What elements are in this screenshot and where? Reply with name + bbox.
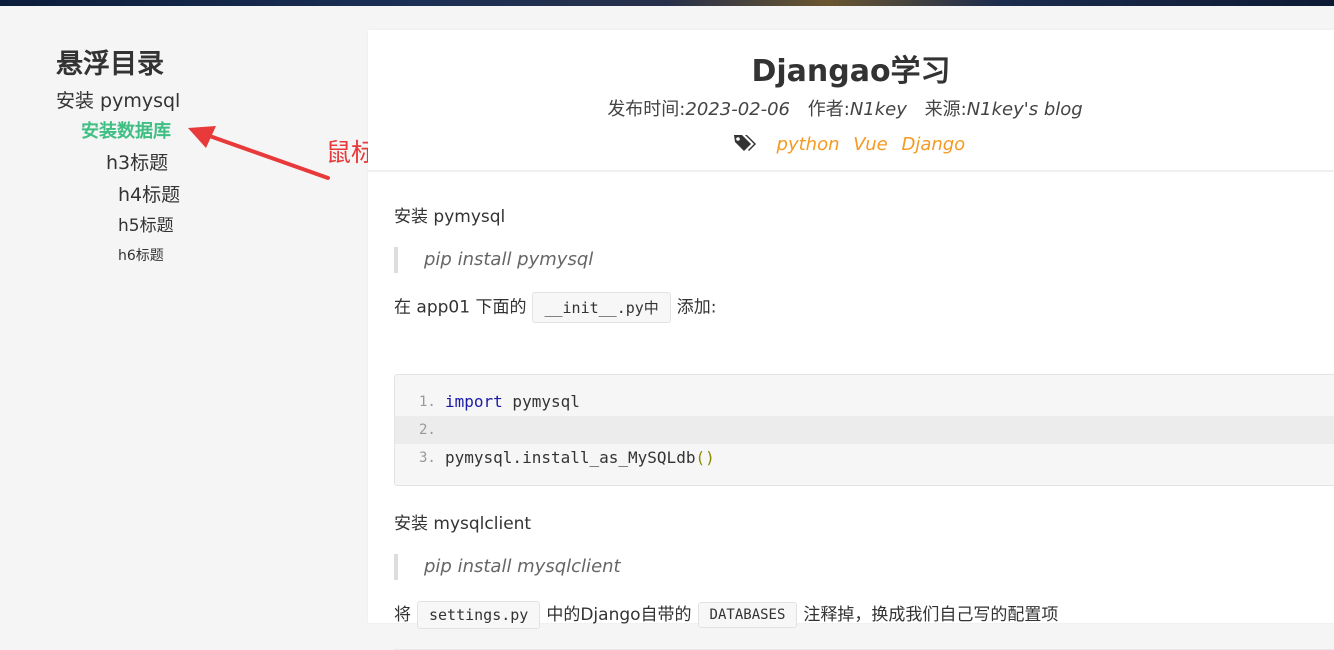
code-line: 2. (395, 416, 1334, 444)
header-banner-image (0, 0, 1334, 6)
paragraph-install-pymysql: 安装 pymysql (394, 207, 506, 227)
post-title: Djangao学习 (751, 54, 951, 89)
toc-title: 悬浮目录 (56, 49, 164, 80)
inline-code-init: __init__.py中 (532, 292, 671, 323)
paragraph-install-mysqlclient: 安装 mysqlclient (394, 514, 532, 534)
toc-item-h6[interactable]: h6标题 (118, 241, 336, 271)
tag-vue[interactable]: Vue (853, 134, 887, 155)
paragraph-app01: 在 app01 下面的 __init__.py中 添加: (394, 292, 717, 323)
post-date: 2023-02-06 (685, 99, 790, 120)
code-keyword: import (445, 392, 503, 411)
post-tags: python Vue Django (368, 133, 1334, 155)
code-line: 1. import pymysql (395, 388, 1334, 416)
paragraph-text: 将 (394, 605, 411, 625)
tag-django[interactable]: Django (901, 134, 965, 155)
code-parens: () (695, 448, 715, 467)
code-block: 1. import pymysql 2. 3. pymysql.install_… (394, 374, 1334, 486)
paragraph-text: 在 app01 下面的 (394, 297, 527, 318)
date-label: 发布时间: (607, 99, 686, 120)
article-card: Djangao学习 发布时间:2023-02-06 作者:N1key 来源:N1… (368, 30, 1334, 650)
paragraph-text: 中的Django自带的 (546, 605, 692, 625)
post-source: N1key's blog (966, 99, 1083, 120)
code-text: pymysql.install_as_MySQLdb() (445, 444, 715, 472)
toc-item-install-pymysql[interactable]: 安装 pymysql (56, 85, 336, 117)
inline-code-settings: settings.py (417, 601, 541, 629)
code-line: 3. pymysql.install_as_MySQLdb() (395, 444, 1334, 472)
code-rest: pymysql.install_as_MySQLdb (445, 448, 696, 467)
tag-python[interactable]: python (777, 134, 840, 155)
paragraph-settings: 将 settings.py 中的Django自带的 DATABASES 注释掉，换成我们… (394, 600, 1058, 629)
paragraph-text: 添加: (676, 297, 717, 318)
post-author: N1key (849, 99, 907, 120)
code-rest: pymysql (502, 392, 580, 411)
code-text: import pymysql (445, 388, 580, 416)
line-number: 2. (419, 422, 436, 438)
blockquote-pip-mysqlclient: pip install mysqlclient (394, 554, 621, 580)
inline-code-databases: DATABASES (697, 602, 798, 628)
annotation-arrow-icon (188, 126, 330, 180)
post-meta: 发布时间:2023-02-06 作者:N1key 来源:N1key's blog (368, 95, 1334, 121)
toc-item-h5[interactable]: h5标题 (118, 211, 336, 241)
author-label: 作者: (807, 99, 850, 120)
article-header: Djangao学习 发布时间:2023-02-06 作者:N1key 来源:N1… (368, 30, 1334, 172)
source-label: 来源: (924, 99, 967, 120)
line-number: 1. (419, 394, 436, 410)
paragraph-text: 注释掉，换成我们自己写的配置项 (803, 605, 1059, 625)
blockquote-pip-pymysql: pip install pymysql (394, 247, 593, 273)
tags-icon (733, 135, 756, 151)
line-number: 3. (419, 450, 436, 466)
